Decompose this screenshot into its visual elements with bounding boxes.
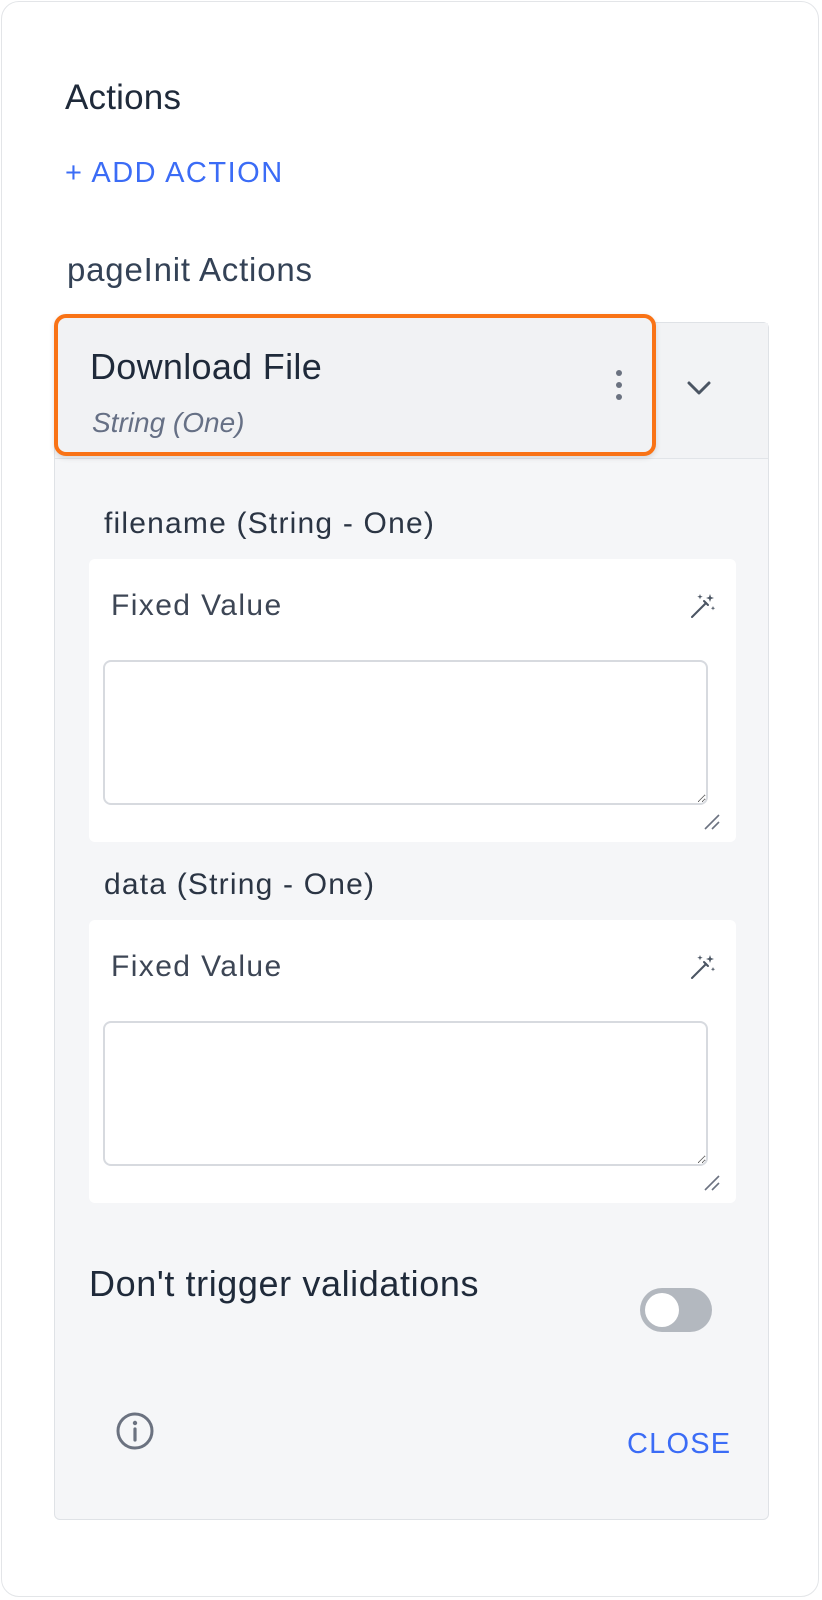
- validation-toggle[interactable]: [640, 1288, 712, 1332]
- filename-value-input[interactable]: [103, 660, 708, 805]
- panel-heading: Actions: [65, 78, 182, 117]
- action-subtitle: String (One): [92, 407, 245, 438]
- data-field-label: data (String - One): [104, 868, 376, 901]
- action-header[interactable]: Download File String (One): [54, 314, 656, 456]
- filename-field-label: filename (String - One): [104, 507, 436, 540]
- add-action-button[interactable]: + ADD ACTION: [65, 157, 284, 190]
- resize-grip-icon: [704, 1175, 720, 1191]
- filename-field-box: Fixed Value: [89, 559, 736, 842]
- data-value-input[interactable]: [103, 1021, 708, 1166]
- validation-toggle-label: Don't trigger validations: [89, 1263, 480, 1304]
- magic-wand-icon[interactable]: [688, 591, 718, 621]
- kebab-menu-icon[interactable]: [614, 370, 624, 404]
- close-button[interactable]: CLOSE: [627, 1428, 731, 1461]
- action-title: Download File: [90, 346, 323, 387]
- data-field-box: Fixed Value: [89, 920, 736, 1203]
- resize-grip-icon: [704, 814, 720, 830]
- section-title: pageInit Actions: [67, 251, 313, 288]
- chevron-down-icon[interactable]: [686, 378, 712, 398]
- magic-wand-icon[interactable]: [688, 952, 718, 982]
- info-icon[interactable]: [115, 1411, 155, 1451]
- toggle-knob: [645, 1293, 679, 1327]
- data-mode-label: Fixed Value: [111, 950, 283, 983]
- filename-mode-label: Fixed Value: [111, 589, 283, 622]
